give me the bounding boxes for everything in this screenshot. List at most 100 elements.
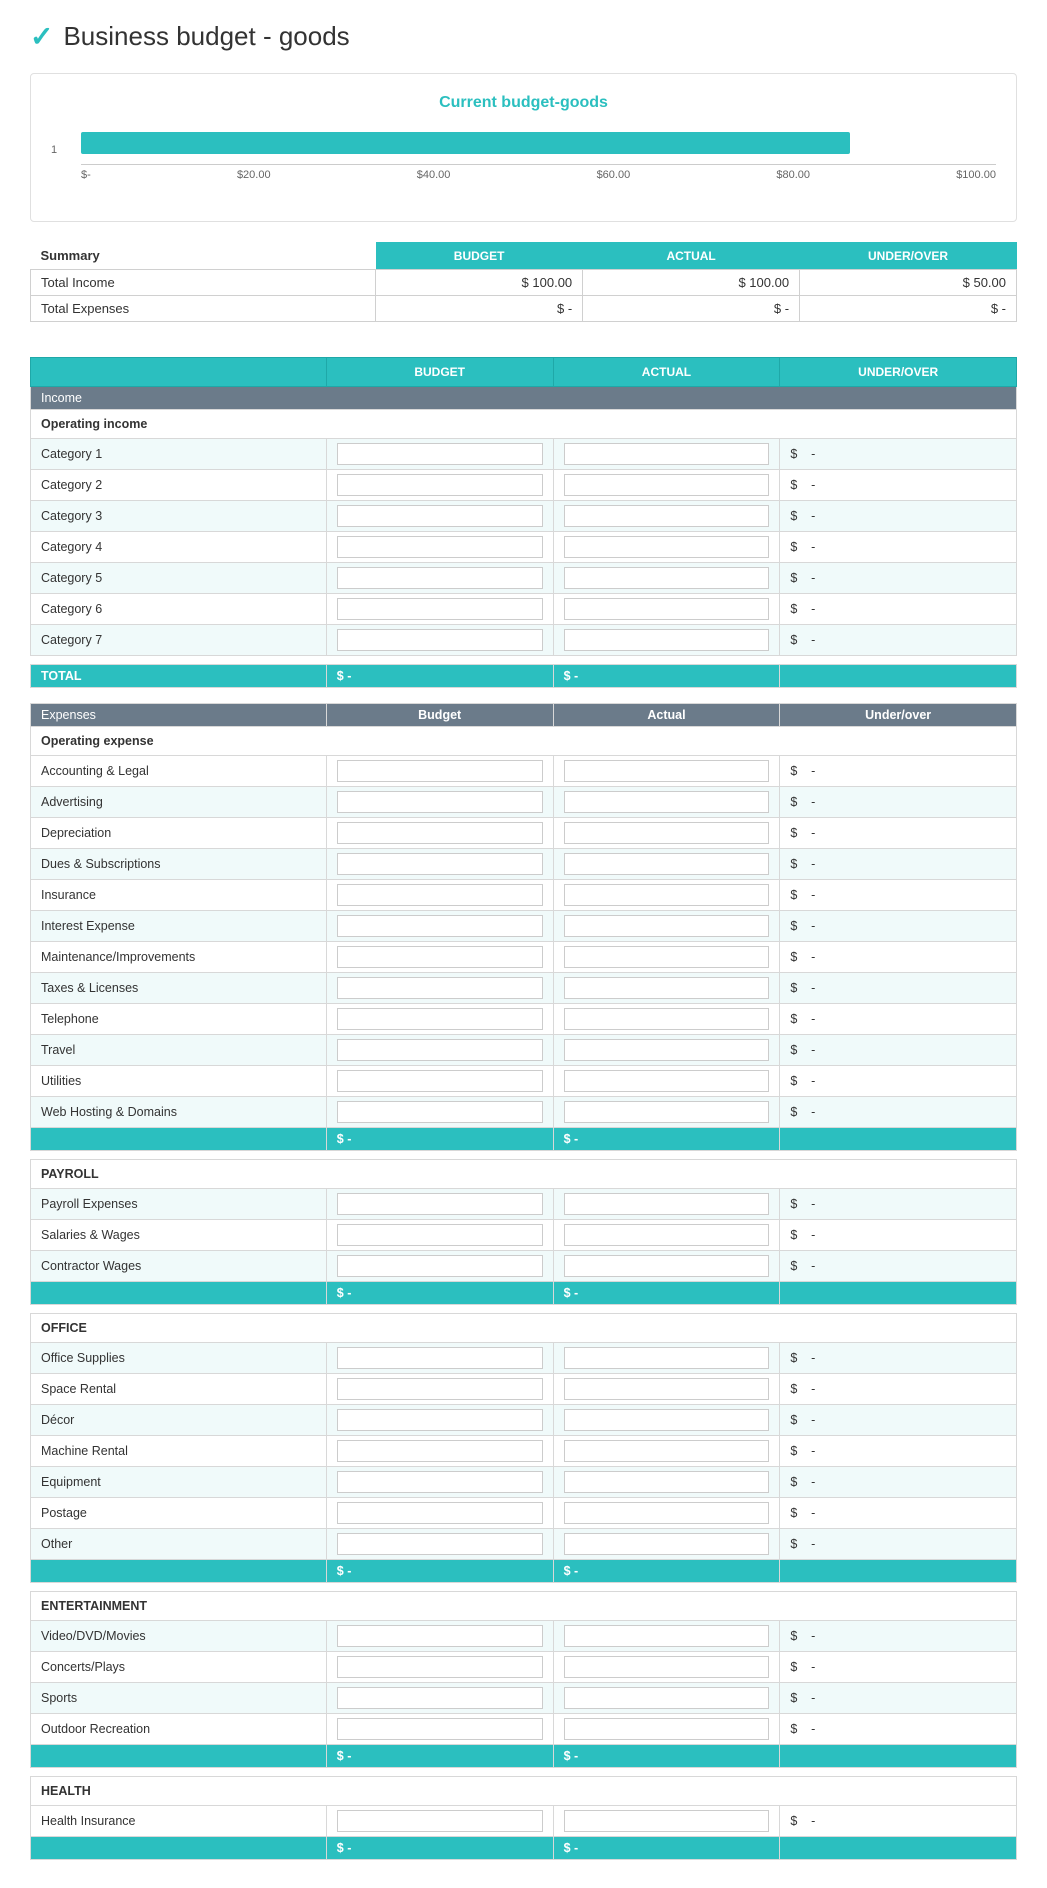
expense-budget-input[interactable] (337, 1502, 543, 1524)
expense-item-label: Maintenance/Improvements (31, 942, 327, 973)
expense-actual-input[interactable] (564, 1533, 770, 1555)
expense-underover-cell: $ - (780, 787, 1017, 818)
income-col-actual: ACTUAL (553, 358, 780, 387)
expense-budget-input[interactable] (337, 915, 543, 937)
expense-budget-input[interactable] (337, 1347, 543, 1369)
expense-actual-input[interactable] (564, 853, 770, 875)
income-budget-input[interactable] (337, 567, 543, 589)
expense-actual-input[interactable] (564, 1255, 770, 1277)
expense-actual-input[interactable] (564, 1502, 770, 1524)
income-actual-input[interactable] (564, 536, 770, 558)
expense-group-label: ENTERTAINMENT (31, 1592, 1017, 1621)
income-actual-input-cell[interactable] (553, 439, 780, 470)
income-actual-input[interactable] (564, 474, 770, 496)
expense-actual-input[interactable] (564, 1224, 770, 1246)
income-actual-input[interactable] (564, 443, 770, 465)
expense-actual-input[interactable] (564, 822, 770, 844)
expense-item-label: Interest Expense (31, 911, 327, 942)
expense-budget-input[interactable] (337, 1440, 543, 1462)
income-category-row: Category 7 $ - (31, 625, 1017, 656)
income-actual-input[interactable] (564, 567, 770, 589)
expense-actual-input[interactable] (564, 1101, 770, 1123)
expense-item-label: Accounting & Legal (31, 756, 327, 787)
expense-actual-input[interactable] (564, 1193, 770, 1215)
spacer (31, 1305, 1017, 1314)
expense-actual-input[interactable] (564, 1687, 770, 1709)
expense-budget-input[interactable] (337, 946, 543, 968)
expense-budget-input[interactable] (337, 1471, 543, 1493)
summary-expenses-underover: $ - (800, 296, 1017, 322)
income-budget-input[interactable] (337, 443, 543, 465)
expense-actual-input[interactable] (564, 760, 770, 782)
expense-budget-input[interactable] (337, 1039, 543, 1061)
expense-underover-cell: $ - (780, 1529, 1017, 1560)
expense-actual-input[interactable] (564, 946, 770, 968)
expense-item-label: Depreciation (31, 818, 327, 849)
income-budget-input[interactable] (337, 598, 543, 620)
expense-budget-input[interactable] (337, 1070, 543, 1092)
expense-actual-input[interactable] (564, 1378, 770, 1400)
expense-budget-input[interactable] (337, 1656, 543, 1678)
expense-actual-input[interactable] (564, 1440, 770, 1462)
expense-item-row: Video/DVD/Movies $ - (31, 1621, 1017, 1652)
income-budget-input[interactable] (337, 536, 543, 558)
expense-actual-input[interactable] (564, 977, 770, 999)
income-budget-input[interactable] (337, 629, 543, 651)
expense-actual-input[interactable] (564, 1008, 770, 1030)
expense-budget-input[interactable] (337, 1718, 543, 1740)
expense-underover-cell: $ - (780, 1343, 1017, 1374)
expense-group-total-row: $ - $ - (31, 1282, 1017, 1305)
expense-item-label: Sports (31, 1683, 327, 1714)
summary-income-underover: $ 50.00 (800, 270, 1017, 296)
income-budget-input[interactable] (337, 505, 543, 527)
expenses-col-actual: Actual (553, 704, 780, 727)
expense-budget-input[interactable] (337, 1810, 543, 1832)
expense-item-label: Salaries & Wages (31, 1220, 327, 1251)
expense-budget-input[interactable] (337, 1625, 543, 1647)
expense-total-empty (31, 1560, 327, 1583)
expense-actual-input[interactable] (564, 1625, 770, 1647)
expense-budget-input[interactable] (337, 1101, 543, 1123)
expense-actual-input[interactable] (564, 915, 770, 937)
income-category-label: Category 5 (31, 563, 327, 594)
expense-actual-input[interactable] (564, 1810, 770, 1832)
expense-budget-input[interactable] (337, 977, 543, 999)
expense-actual-input[interactable] (564, 1656, 770, 1678)
expense-item-row: Equipment $ - (31, 1467, 1017, 1498)
expense-item-row: Health Insurance $ - (31, 1806, 1017, 1837)
expense-item-row: Sports $ - (31, 1683, 1017, 1714)
expense-actual-input[interactable] (564, 1409, 770, 1431)
income-underover-cell: $ - (780, 563, 1017, 594)
expense-budget-input[interactable] (337, 1255, 543, 1277)
expense-actual-input[interactable] (564, 884, 770, 906)
expense-budget-input[interactable] (337, 1687, 543, 1709)
expense-budget-input[interactable] (337, 1378, 543, 1400)
income-actual-input[interactable] (564, 598, 770, 620)
expense-budget-input[interactable] (337, 884, 543, 906)
income-underover-cell: $ - (780, 625, 1017, 656)
expense-actual-input[interactable] (564, 791, 770, 813)
expense-actual-input[interactable] (564, 1471, 770, 1493)
chart-bar (81, 132, 850, 154)
expense-budget-input[interactable] (337, 1533, 543, 1555)
income-budget-input-cell[interactable] (326, 439, 553, 470)
expense-budget-input[interactable] (337, 1409, 543, 1431)
expense-budget-input[interactable] (337, 1008, 543, 1030)
expense-budget-input[interactable] (337, 760, 543, 782)
expense-item-row: Postage $ - (31, 1498, 1017, 1529)
income-actual-input[interactable] (564, 629, 770, 651)
income-actual-input[interactable] (564, 505, 770, 527)
expense-actual-input[interactable] (564, 1347, 770, 1369)
income-subheader-label: Operating income (31, 410, 1017, 439)
expense-budget-input[interactable] (337, 1224, 543, 1246)
expense-budget-input[interactable] (337, 1193, 543, 1215)
expense-actual-input[interactable] (564, 1718, 770, 1740)
expense-actual-input[interactable] (564, 1070, 770, 1092)
expense-budget-input[interactable] (337, 822, 543, 844)
income-budget-input[interactable] (337, 474, 543, 496)
expense-budget-input[interactable] (337, 853, 543, 875)
expense-budget-input[interactable] (337, 791, 543, 813)
expense-group-total-budget: $ - (326, 1837, 553, 1860)
expense-underover-cell: $ - (780, 756, 1017, 787)
expense-actual-input[interactable] (564, 1039, 770, 1061)
